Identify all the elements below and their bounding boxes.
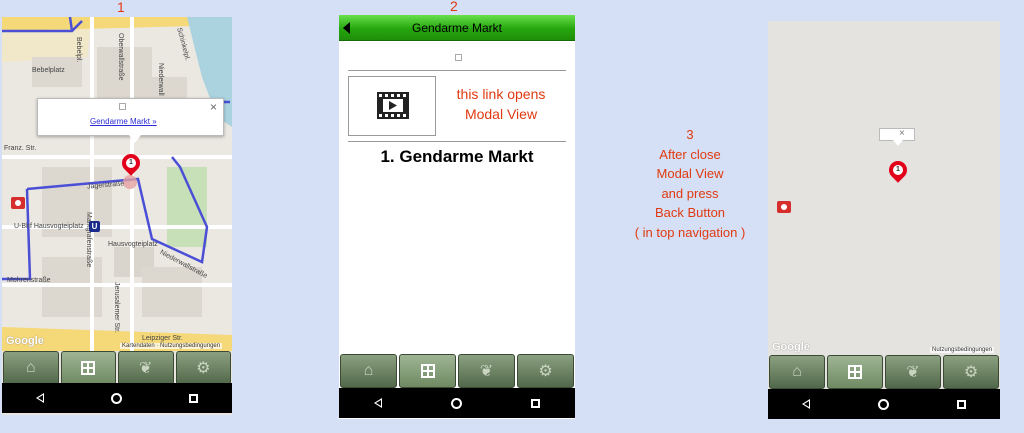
popup-close-icon[interactable]: × [210, 100, 217, 114]
street-oberwall: Oberwallstraße [117, 33, 124, 81]
recents-nav-icon[interactable] [189, 393, 199, 403]
street-franz: Franz. Str. [4, 145, 37, 152]
android-nav-bar [339, 388, 575, 418]
map-terms[interactable]: Nutzungsbedingungen [930, 347, 995, 353]
map-info-popup-empty[interactable]: × [879, 128, 915, 146]
instruction-line: ( in top navigation ) [634, 224, 746, 240]
map-info-popup[interactable]: × Gendarme Markt » [37, 98, 224, 143]
popup-image-placeholder [119, 103, 126, 110]
tab-paw[interactable]: ❦ [118, 351, 174, 385]
tab-bar: ⌂ ❦ ⚙ [768, 355, 1000, 389]
tab-bar: ⌂ ❦ ⚙ [339, 354, 575, 388]
tab-paw[interactable]: ❦ [458, 354, 515, 388]
grid-icon [848, 365, 862, 379]
tab-grid[interactable] [399, 354, 456, 388]
tab-settings[interactable]: ⚙ [175, 351, 231, 385]
instruction-text: 3 After close Modal View and press Back … [610, 125, 770, 242]
video-icon [377, 92, 409, 119]
google-logo: Google [6, 335, 44, 347]
paw-icon: ❦ [906, 364, 920, 381]
home-nav-icon[interactable] [110, 392, 122, 404]
back-nav-icon[interactable] [802, 399, 810, 409]
tab-bar: ⌂ ❦ ⚙ [2, 351, 232, 385]
popup-pointer [893, 140, 903, 146]
phone-screen-2: Gendarme Markt this link opens Modal Vie… [339, 15, 575, 419]
instruction-line: Modal View [656, 166, 724, 181]
back-nav-icon[interactable] [35, 393, 44, 403]
recents-nav-icon[interactable] [957, 399, 966, 409]
modal-link-line-1: this link opens [456, 86, 546, 102]
instruction-line: Back Button [654, 205, 726, 220]
video-thumbnail[interactable] [348, 76, 436, 136]
paw-icon: ❦ [479, 363, 494, 380]
back-nav-icon[interactable] [373, 398, 382, 408]
photo-poi-icon[interactable] [777, 201, 791, 213]
modal-link-line-2: Modal View [464, 106, 538, 122]
tab-home[interactable]: ⌂ [769, 355, 825, 389]
android-nav-bar [768, 389, 1000, 419]
gendarme-markt-link[interactable]: Gendarme Markt » [90, 117, 157, 126]
home-icon: ⌂ [792, 363, 802, 380]
grid-icon [420, 364, 435, 378]
header-bar: Gendarme Markt [339, 15, 575, 41]
street-hausvogtei-ubf: U-Bhf Hausvogteiplatz [14, 223, 84, 230]
popup-pointer [129, 135, 141, 143]
instruction-line: After close [659, 146, 721, 162]
street-niederwall: Niederwall [157, 63, 164, 96]
phone-screen-1: Bebelplatz Bebelpl. Oberwallstraße Niede… [2, 17, 232, 415]
divider [348, 70, 566, 71]
page-heading: 1. Gendarme Markt [380, 147, 534, 166]
street-hausvogteiplatz: Hausvogteiplatz [108, 241, 158, 248]
popup-close-icon[interactable]: × [899, 128, 905, 139]
map-3[interactable] [768, 21, 1000, 355]
recents-nav-icon[interactable] [531, 398, 541, 408]
tab-settings[interactable]: ⚙ [943, 355, 999, 389]
map-terms[interactable]: Kartendaten · Nutzungsbedingungen [120, 343, 223, 349]
gear-icon: ⚙ [963, 364, 979, 381]
image-placeholder [455, 54, 462, 61]
photo-poi-icon[interactable] [11, 197, 25, 209]
paw-icon: ❦ [139, 360, 153, 377]
grid-icon [81, 361, 96, 375]
android-nav-bar [2, 383, 232, 413]
marker-number: 1 [893, 165, 903, 175]
street-bebelpl: Bebelpl. [75, 37, 82, 63]
home-icon: ⌂ [363, 362, 374, 379]
home-nav-icon[interactable] [450, 397, 462, 409]
tab-home[interactable]: ⌂ [3, 351, 59, 385]
divider [348, 141, 566, 142]
tab-home[interactable]: ⌂ [340, 354, 397, 388]
instruction-number: 3 [686, 127, 694, 142]
gear-icon: ⚙ [538, 363, 553, 380]
street-leipziger: Leipziger Str. [142, 335, 183, 342]
gear-icon: ⚙ [196, 360, 211, 377]
modal-link-text[interactable]: this link opens Modal View [443, 84, 559, 124]
header-title: Gendarme Markt [411, 21, 503, 35]
home-icon: ⌂ [25, 359, 36, 376]
phone-screen-3: × 1 Google Nutzungsbedingungen ⌂ ❦ ⚙ [768, 21, 1000, 419]
screen-number-1: 1 [117, 0, 125, 15]
street-bebelplatz: Bebelplatz [32, 67, 65, 74]
tab-grid[interactable] [60, 351, 116, 385]
tab-grid[interactable] [827, 355, 883, 389]
tab-settings[interactable]: ⚙ [517, 354, 574, 388]
google-logo: Google [772, 341, 810, 353]
street-jerusalemer: Jerusalemer Str. [113, 282, 120, 333]
tab-paw[interactable]: ❦ [885, 355, 941, 389]
home-nav-icon[interactable] [878, 398, 889, 410]
street-mohren: Mohrenstraße [7, 277, 51, 284]
marker-number: 1 [126, 158, 136, 168]
screen-number-2: 2 [450, 0, 458, 14]
instruction-line: and press [661, 185, 719, 201]
ubahn-icon: U [89, 221, 100, 232]
